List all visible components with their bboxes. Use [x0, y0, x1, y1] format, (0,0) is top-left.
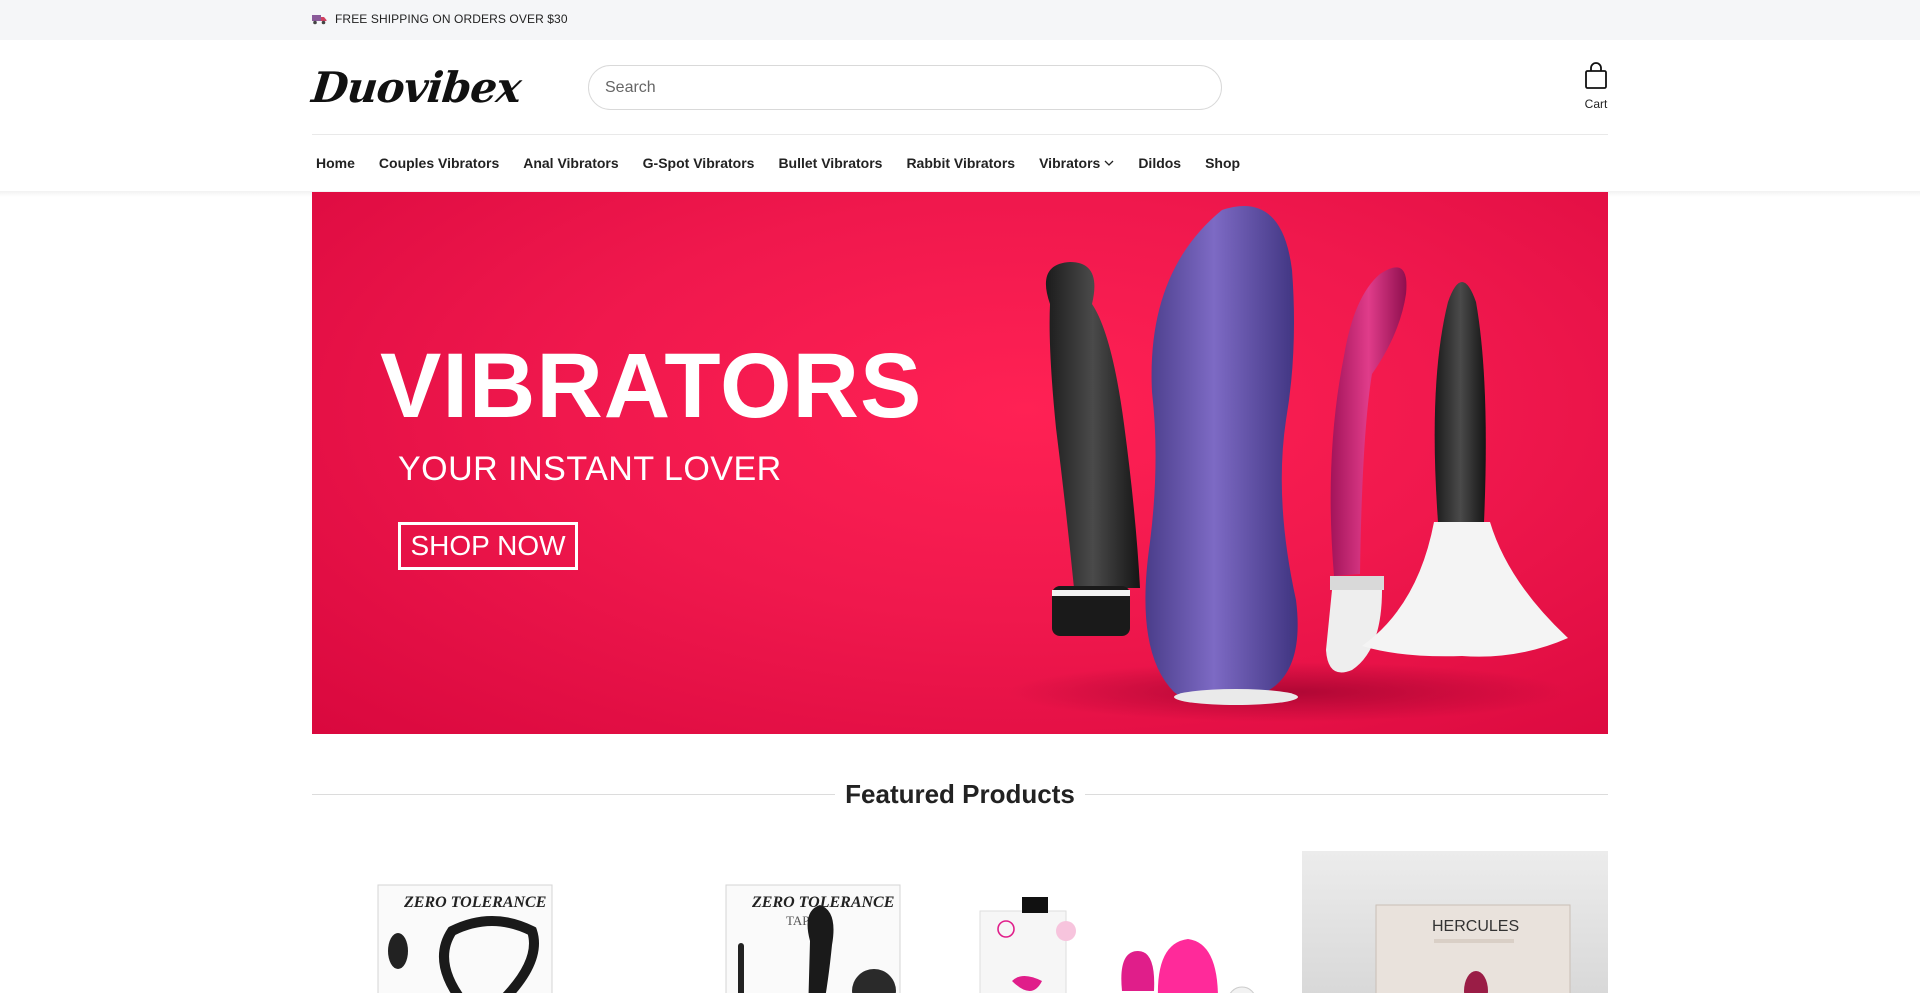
product-card[interactable]: ZERO TOLERANCE TAP IT: [642, 851, 948, 993]
product-box-brand: ZERO TOLERANCE: [403, 894, 546, 911]
hero-subtitle: YOUR INSTANT LOVER: [398, 450, 782, 488]
chevron-down-icon: [1104, 160, 1114, 166]
product-grid: ZERO TOLERANCE ZERO TOLERANCE TAP IT HER…: [312, 851, 1608, 993]
nav-item-shop[interactable]: Shop: [1205, 155, 1240, 171]
nav-item-rabbit-vibrators[interactable]: Rabbit Vibrators: [906, 155, 1015, 171]
product-image: HERCULES: [1375, 904, 1571, 993]
product-image: ZERO TOLERANCE: [377, 884, 553, 993]
product-image: ZERO TOLERANCE TAP IT: [725, 884, 901, 993]
product-card[interactable]: HERCULES: [1302, 851, 1608, 993]
section-divider-right: [1084, 793, 1608, 795]
shop-now-button[interactable]: SHOP NOW: [398, 522, 578, 570]
hero-title: VIBRATORS: [380, 335, 923, 437]
search-input[interactable]: [605, 78, 1221, 97]
hero-product-image: [1008, 206, 1568, 722]
nav-item-label: Dildos: [1138, 155, 1182, 171]
product-card[interactable]: ZERO TOLERANCE: [312, 851, 618, 993]
product-card[interactable]: [972, 851, 1278, 993]
announcement-content: FREE SHIPPING ON ORDERS OVER $30: [312, 12, 568, 26]
shopping-bag-icon: [1585, 62, 1607, 89]
nav-item-home[interactable]: Home: [316, 155, 355, 171]
nav-item-label: G-Spot Vibrators: [642, 155, 755, 171]
nav-item-label: Shop: [1205, 155, 1241, 171]
nav-item-label: Couples Vibrators: [378, 155, 500, 171]
hero-banner[interactable]: VIBRATORS YOUR INSTANT LOVER SHOP NOW: [312, 192, 1608, 734]
cart-button[interactable]: Cart: [1578, 62, 1614, 111]
announcement-text: FREE SHIPPING ON ORDERS OVER $30: [335, 12, 568, 26]
product-box-brand: HERCULES: [1432, 918, 1519, 935]
search-box[interactable]: [588, 65, 1222, 110]
nav-item-label: Anal Vibrators: [523, 155, 619, 171]
nav-item-label: Rabbit Vibrators: [906, 155, 1016, 171]
section-divider-left: [312, 793, 836, 795]
site-header: Duovibex Cart: [0, 40, 1920, 135]
nav-item-couples-vibrators[interactable]: Couples Vibrators: [379, 155, 499, 171]
nav-item-label: Vibrators: [1039, 155, 1101, 171]
nav-item-dildos[interactable]: Dildos: [1138, 155, 1181, 171]
cart-label: Cart: [1584, 97, 1608, 111]
nav-item-label: Home: [316, 155, 355, 171]
featured-products-title: Featured Products: [845, 778, 1075, 809]
site-logo[interactable]: Duovibex: [309, 63, 523, 112]
nav-item-label: Bullet Vibrators: [778, 155, 883, 171]
nav-item-bullet-vibrators[interactable]: Bullet Vibrators: [778, 155, 882, 171]
featured-products-header: Featured Products: [312, 776, 1608, 812]
product-image: [979, 897, 1255, 993]
announcement-bar: FREE SHIPPING ON ORDERS OVER $30: [0, 0, 1920, 40]
nav-item-anal-vibrators[interactable]: Anal Vibrators: [523, 155, 618, 171]
nav-item-g-spot-vibrators[interactable]: G-Spot Vibrators: [643, 155, 755, 171]
truck-icon: [312, 14, 327, 24]
header-divider: [312, 134, 1608, 135]
main-nav: Home Couples Vibrators Anal Vibrators G-…: [316, 155, 1264, 171]
nav-item-vibrators[interactable]: Vibrators: [1039, 155, 1114, 171]
